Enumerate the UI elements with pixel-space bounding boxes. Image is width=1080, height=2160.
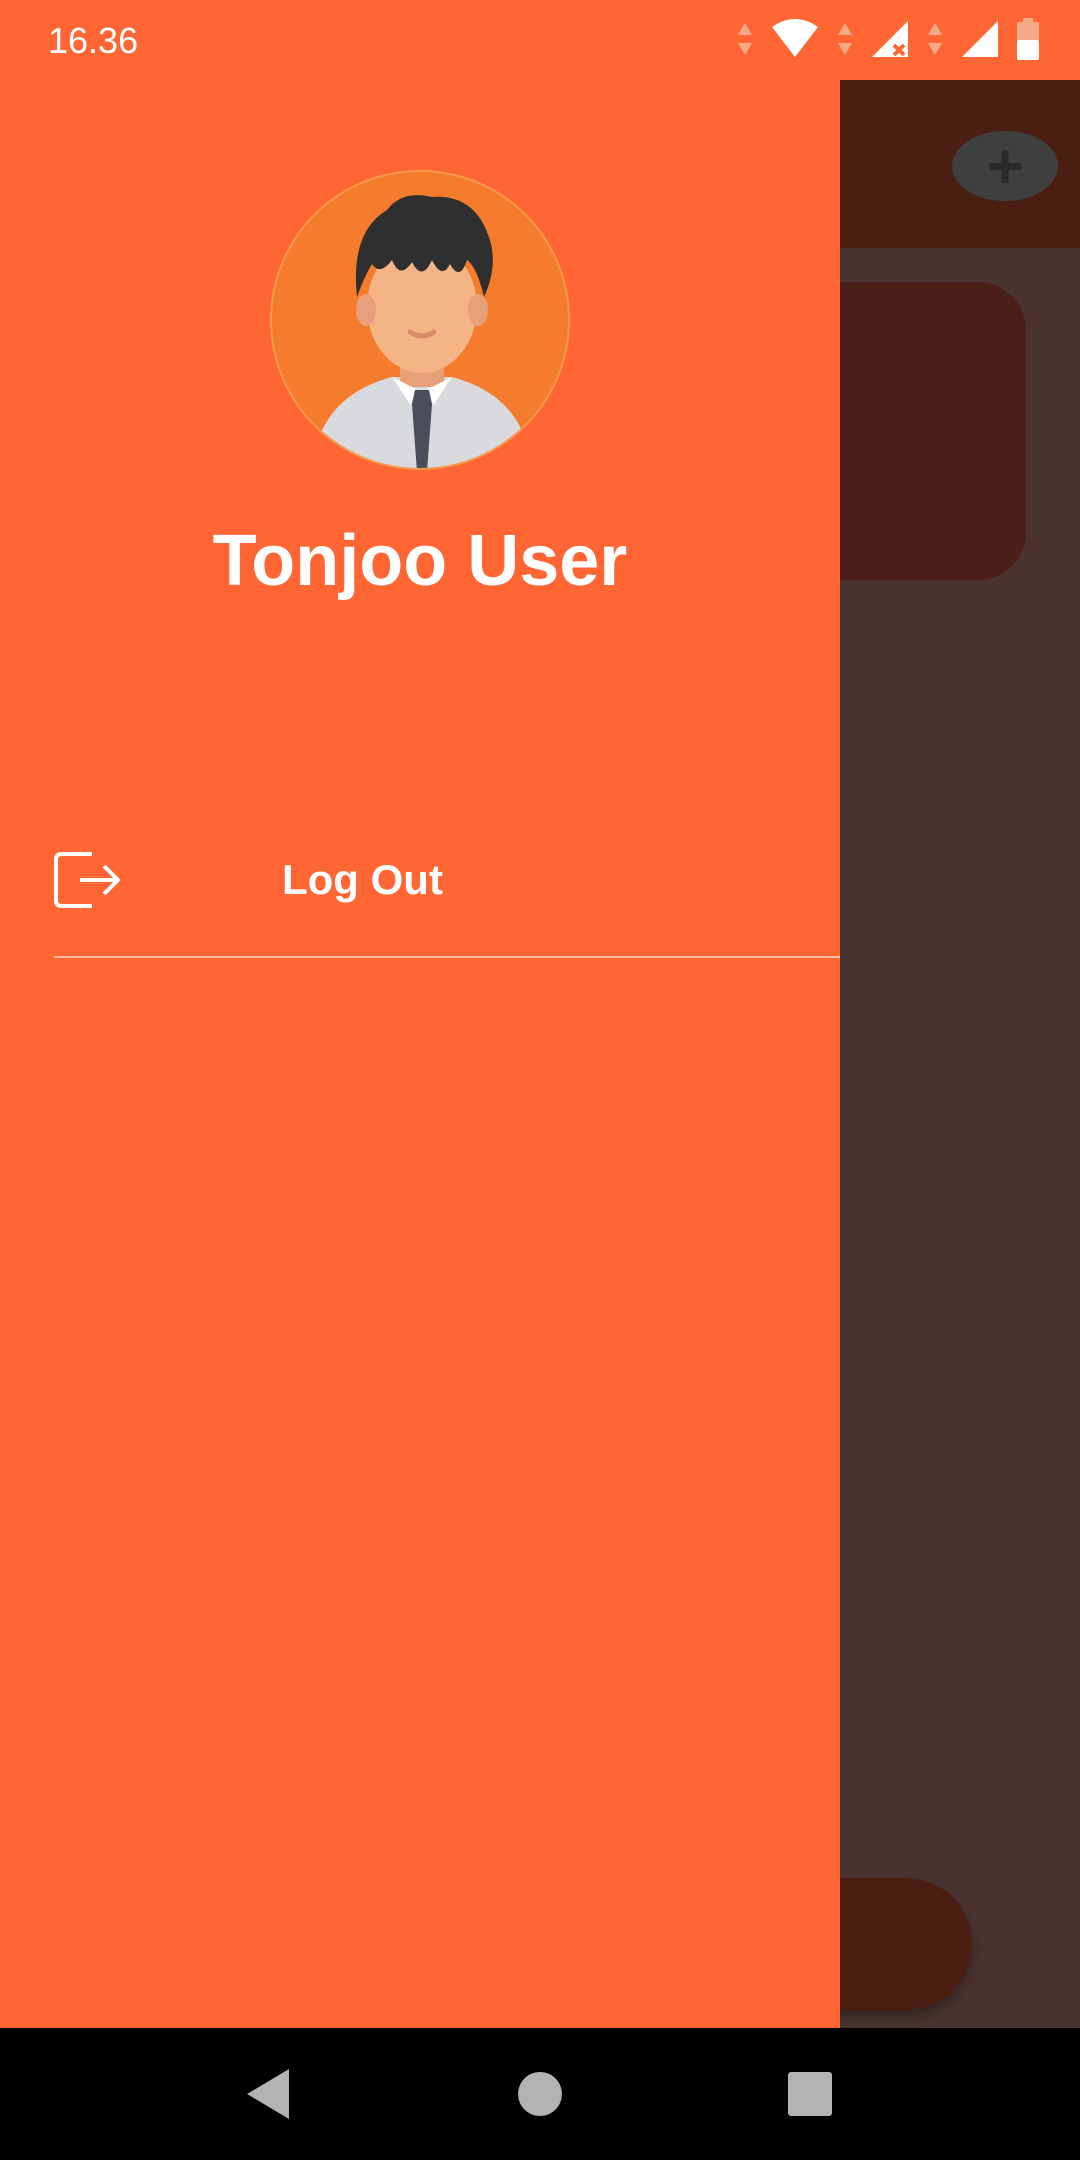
status-bar: 16.36 [0,0,1080,80]
menu-item-label: Log Out [282,856,443,903]
battery-icon [1017,18,1039,60]
user-name: Tonjoo User [212,521,628,601]
add-button[interactable]: + [952,131,1058,201]
menu-item-logout[interactable]: Log Out [52,830,840,930]
back-button[interactable] [236,2062,300,2126]
logout-icon [54,852,120,908]
data-arrows-icon [838,23,852,55]
avatar-illustration [272,172,568,468]
navigation-drawer: Tonjoo User Log Out [0,0,840,2028]
home-button[interactable] [508,2062,572,2126]
signal-icon [962,21,998,57]
status-time: 16.36 [48,20,139,61]
user-avatar [270,170,570,470]
status-icons [736,18,1040,60]
data-arrows-icon [738,23,752,55]
home-icon [518,2072,562,2116]
recents-icon [788,2072,832,2116]
screen: + 16.36 Tonjoo User Log Out [0,0,1080,2160]
signal-no-service-icon [872,21,908,57]
wifi-icon [772,19,818,57]
back-icon [247,2069,289,2119]
divider [54,956,840,958]
system-nav-bar [0,2028,1080,2160]
recents-button[interactable] [778,2062,842,2126]
data-arrows-icon [928,23,942,55]
plus-icon: + [986,130,1024,202]
